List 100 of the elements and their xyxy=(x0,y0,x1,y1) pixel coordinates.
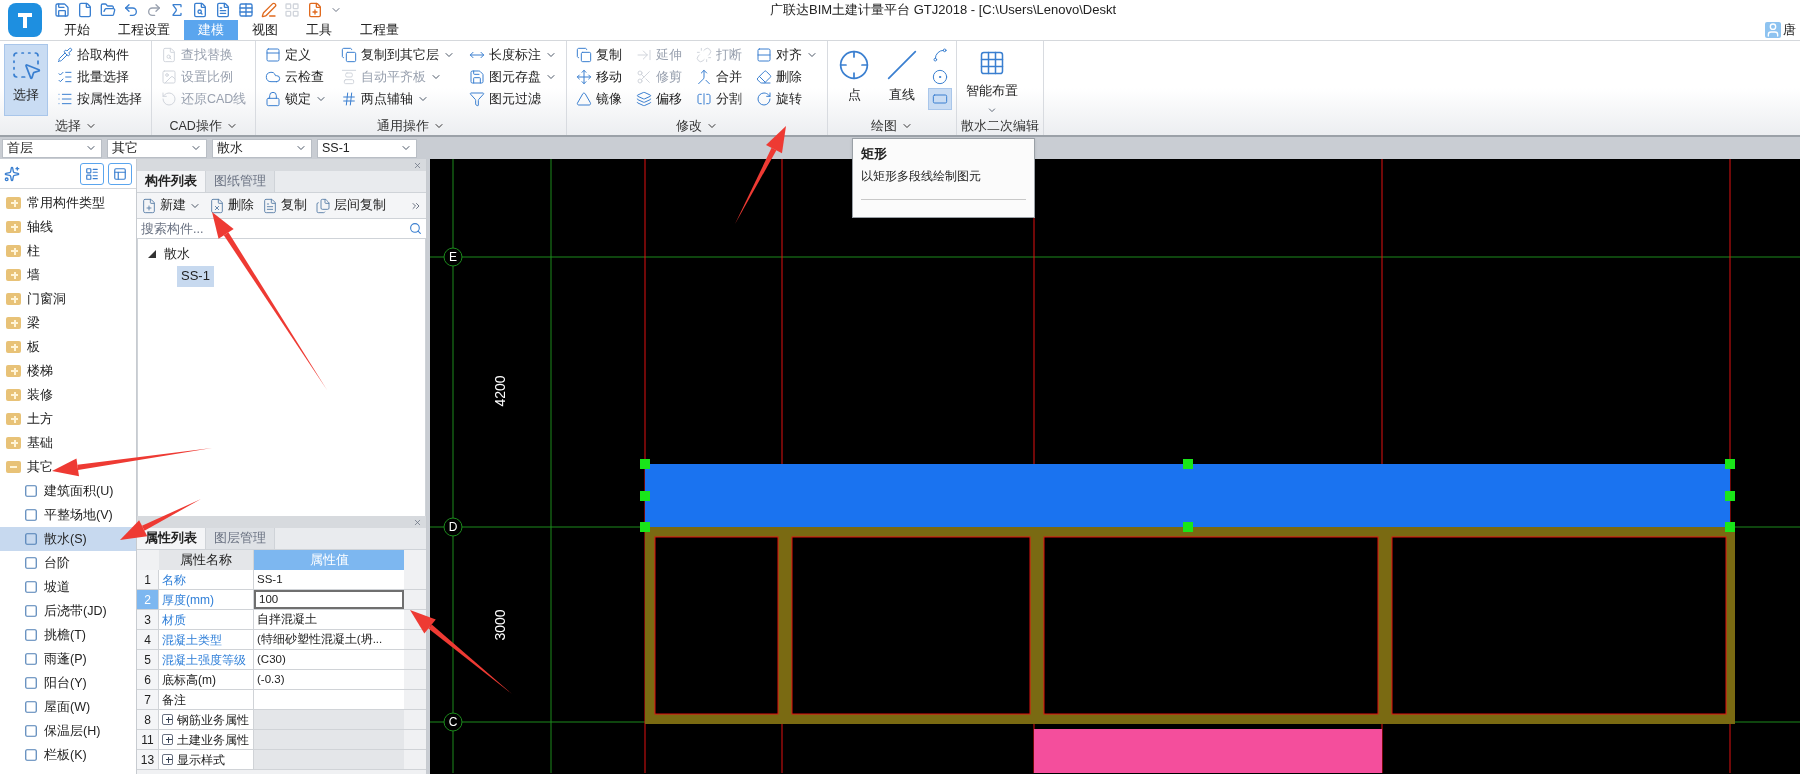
find-icon[interactable] xyxy=(192,2,208,18)
save-icon[interactable] xyxy=(54,2,70,18)
group-label[interactable]: 选择 xyxy=(4,117,147,135)
group-label[interactable]: CAD操作 xyxy=(156,117,252,135)
dropdown-field[interactable]: 散水 xyxy=(212,138,312,158)
close-icon[interactable] xyxy=(413,517,422,527)
ribbon-button[interactable]: 移动 xyxy=(571,66,628,88)
expand-plus-icon[interactable] xyxy=(162,714,173,725)
search-icon[interactable] xyxy=(409,222,422,235)
dropdown-field[interactable]: 首层 xyxy=(2,138,102,158)
ribbon-button[interactable]: 锁定 xyxy=(260,88,333,110)
menu-tab[interactable]: 工程量 xyxy=(346,20,413,40)
menu-tab[interactable]: 视图 xyxy=(238,20,292,40)
ribbon-button[interactable]: 旋转 xyxy=(751,88,824,110)
menu-tab[interactable]: 工程设置 xyxy=(104,20,184,40)
tree-item[interactable]: 平整场地(V) xyxy=(0,503,136,527)
expand-plus-icon[interactable] xyxy=(162,734,173,745)
dropdown-field[interactable]: SS-1 xyxy=(317,138,417,158)
tree-item[interactable]: 后浇带(JD) xyxy=(0,599,136,623)
grip-handle[interactable] xyxy=(1183,522,1193,532)
expand-triangle-icon[interactable] xyxy=(148,250,156,258)
document-icon[interactable] xyxy=(215,2,231,18)
pen-icon[interactable] xyxy=(261,2,277,18)
tree-item[interactable]: 阳台(Y) xyxy=(0,671,136,695)
list-view-icon[interactable] xyxy=(80,162,104,185)
grip-handle[interactable] xyxy=(1725,491,1735,501)
tree-item[interactable]: 轴线 xyxy=(0,215,136,239)
file-icon[interactable] xyxy=(77,2,93,18)
tree-item[interactable]: 雨蓬(P) xyxy=(0,647,136,671)
undo-icon[interactable] xyxy=(123,2,139,18)
ribbon-button[interactable]: 复制到其它层 xyxy=(336,44,461,66)
grip-handle[interactable] xyxy=(640,522,650,532)
toolbar-button[interactable]: 层间复制 xyxy=(315,196,386,215)
ribbon-button[interactable]: 图元过滤 xyxy=(464,88,563,110)
tree-item[interactable]: SS-1 xyxy=(177,265,214,287)
tree-item[interactable]: 柱 xyxy=(0,239,136,263)
tree-item[interactable]: 坡道 xyxy=(0,575,136,599)
tree-item[interactable]: 楼梯 xyxy=(0,359,136,383)
grip-handle[interactable] xyxy=(1725,522,1735,532)
ribbon-button[interactable]: 图元存盘 xyxy=(464,66,563,88)
value-field[interactable]: SS-1 xyxy=(254,570,404,589)
tree-item[interactable]: 散水 xyxy=(164,244,190,264)
tree-item[interactable]: 台阶 xyxy=(0,551,136,575)
ribbon-button[interactable]: 复制 xyxy=(571,44,628,66)
menu-tab[interactable]: 开始 xyxy=(50,20,104,40)
grip-handle[interactable] xyxy=(1725,459,1735,469)
sigma-icon[interactable] xyxy=(169,2,185,18)
tree-item[interactable]: 散水(S) xyxy=(0,527,136,551)
ribbon-button[interactable]: 对齐 xyxy=(751,44,824,66)
ribbon-button[interactable]: 批量选择 xyxy=(52,66,147,88)
expand-plus-icon[interactable] xyxy=(162,754,173,765)
value-field[interactable]: 自拌混凝土 xyxy=(254,610,404,629)
table-icon[interactable] xyxy=(238,2,254,18)
folder-icon[interactable] xyxy=(100,2,116,18)
tree-item[interactable]: 建筑面积(U) xyxy=(0,479,136,503)
draw-tool-button[interactable] xyxy=(928,88,953,110)
tree-item[interactable]: 栏板(K) xyxy=(0,743,136,767)
tree-item[interactable]: 装修 xyxy=(0,383,136,407)
ribbon-button[interactable]: 合并 xyxy=(691,66,748,88)
tree-item[interactable]: 门窗洞 xyxy=(0,287,136,311)
group-label[interactable]: 散水二次编辑 xyxy=(961,117,1040,135)
tree-item[interactable]: 常用构件类型 xyxy=(0,191,136,215)
ribbon-button[interactable]: 两点辅轴 xyxy=(336,88,461,110)
apron-frame-shape[interactable] xyxy=(645,527,1735,724)
ribbon-button[interactable]: 分割 xyxy=(691,88,748,110)
ribbon-button[interactable]: 选择 xyxy=(4,44,48,116)
toolbar-button[interactable]: 删除 xyxy=(209,196,254,215)
value-field[interactable] xyxy=(254,690,404,709)
ribbon-button[interactable]: 云检查 xyxy=(260,66,333,88)
ribbon-button[interactable]: 镜像 xyxy=(571,88,628,110)
ribbon-button[interactable]: 直线 xyxy=(880,44,925,116)
add-file-icon[interactable] xyxy=(307,2,323,18)
value-field[interactable]: (C30) xyxy=(254,650,404,669)
redo-icon[interactable] xyxy=(146,2,162,18)
panel-tab[interactable]: 构件列表 xyxy=(137,171,206,192)
ribbon-button[interactable]: 拾取构件 xyxy=(52,44,147,66)
grip-handle[interactable] xyxy=(640,491,650,501)
ribbon-button[interactable]: 删除 xyxy=(751,66,824,88)
app-logo-icon[interactable] xyxy=(8,3,42,37)
value-field[interactable]: (特细砂塑性混凝土(坍... xyxy=(254,630,404,649)
close-icon[interactable] xyxy=(413,160,422,170)
panel-view-icon[interactable] xyxy=(108,162,132,185)
panel-tab[interactable]: 图纸管理 xyxy=(206,171,275,192)
panel-tab[interactable]: 属性列表 xyxy=(137,528,206,549)
group-label[interactable]: 绘图 xyxy=(832,117,953,135)
search-field[interactable]: 搜索构件... xyxy=(137,219,426,239)
avatar-icon[interactable] xyxy=(1765,22,1781,38)
tree-item[interactable]: 其它 xyxy=(0,455,136,479)
ribbon-button[interactable]: 偏移 xyxy=(631,88,688,110)
ribbon-button[interactable]: 智能布置 xyxy=(961,44,1024,116)
group-label[interactable]: 通用操作 xyxy=(260,117,563,135)
toolbar-button[interactable]: 复制 xyxy=(262,196,307,215)
dropdown-field[interactable]: 其它 xyxy=(107,138,207,158)
ribbon-button[interactable]: 定义 xyxy=(260,44,333,66)
group-label[interactable]: 修改 xyxy=(571,117,824,135)
panel-tab[interactable]: 图层管理 xyxy=(206,528,275,549)
tree-item[interactable]: 墙 xyxy=(0,263,136,287)
value-field[interactable]: (-0.3) xyxy=(254,670,404,689)
ribbon-button[interactable]: 长度标注 xyxy=(464,44,563,66)
ribbon-button[interactable]: 点 xyxy=(832,44,877,116)
